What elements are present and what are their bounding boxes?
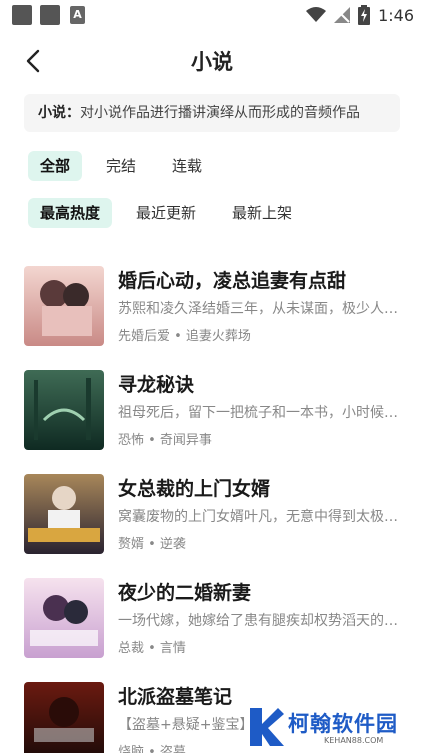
list-item[interactable]: 婚后心动，凌总追妻有点甜 苏熙和凌久泽结婚三年，从未谋面，极少人知道… 先婚后爱… [0, 264, 424, 368]
watermark-logo-icon [250, 708, 284, 746]
book-cover [24, 474, 104, 554]
description-label: 小说： [38, 105, 80, 121]
filter-serializing[interactable]: 连载 [160, 151, 214, 181]
no-signal-icon [334, 7, 351, 23]
app-notification-icon: A [70, 6, 85, 24]
filter-all[interactable]: 全部 [28, 151, 83, 181]
sort-recently-updated[interactable]: 最近更新 [124, 198, 208, 228]
notification-icon [12, 5, 32, 25]
sort-newest[interactable]: 最新上架 [220, 198, 304, 228]
book-title: 婚后心动，凌总追妻有点甜 [118, 270, 347, 292]
book-description: 祖母死后，留下一把梳子和一本书，小时候… [118, 405, 398, 421]
book-cover [24, 682, 104, 753]
status-filter-bar: 全部 完结 连载 [28, 151, 214, 181]
book-cover [24, 578, 104, 658]
wifi-icon [306, 7, 327, 22]
list-item[interactable]: 寻龙秘诀 祖母死后，留下一把梳子和一本书，小时候… 恐怖 • 奇闻异事 [0, 368, 424, 472]
book-title: 寻龙秘诀 [118, 374, 195, 396]
book-tags: 先婚后爱 • 追妻火葬场 [118, 329, 251, 344]
header: 小说 [0, 38, 424, 82]
book-title: 夜少的二婚新妻 [118, 582, 252, 604]
battery-charging-icon [358, 5, 371, 25]
list-item[interactable]: 夜少的二婚新妻 一场代嫁，她嫁给了患有腿疾却权势滔天的… 总裁 • 言情 [0, 576, 424, 680]
book-cover [24, 370, 104, 450]
watermark-text: 柯翰软件园 [288, 712, 398, 736]
book-description: 苏熙和凌久泽结婚三年，从未谋面，极少人知道… [118, 301, 398, 317]
watermark: 柯翰软件园 KEHAN88.COM [244, 702, 424, 753]
book-description: 一场代嫁，她嫁给了患有腿疾却权势滔天的… [118, 613, 398, 629]
page-title: 小说 [191, 50, 233, 74]
status-bar: A 1:46 [0, 0, 424, 30]
clock: 1:46 [378, 5, 414, 25]
filter-completed[interactable]: 完结 [94, 151, 148, 181]
category-description: 小说：对小说作品进行播讲演绎从而形成的音频作品 [24, 94, 400, 132]
book-list: 婚后心动，凌总追妻有点甜 苏熙和凌久泽结婚三年，从未谋面，极少人知道… 先婚后爱… [0, 264, 424, 753]
list-item[interactable]: 女总裁的上门女婿 窝囊废物的上门女婿叶凡，无意中得到太极… 赘婿 • 逆袭 [0, 472, 424, 576]
sort-filter-bar: 最高热度 最近更新 最新上架 [28, 198, 304, 228]
book-tags: 总裁 • 言情 [118, 641, 186, 656]
book-title: 女总裁的上门女婿 [118, 478, 271, 500]
sort-hottest[interactable]: 最高热度 [28, 198, 113, 228]
watermark-subtext: KEHAN88.COM [324, 736, 384, 745]
description-text: 对小说作品进行播讲演绎从而形成的音频作品 [80, 105, 360, 121]
book-tags: 烧脑 • 盗墓 [118, 745, 186, 753]
book-description: 窝囊废物的上门女婿叶凡，无意中得到太极… [118, 509, 398, 525]
book-tags: 恐怖 • 奇闻异事 [118, 433, 212, 448]
book-tags: 赘婿 • 逆袭 [118, 537, 186, 552]
notification-icon [40, 5, 60, 25]
book-cover [24, 266, 104, 346]
